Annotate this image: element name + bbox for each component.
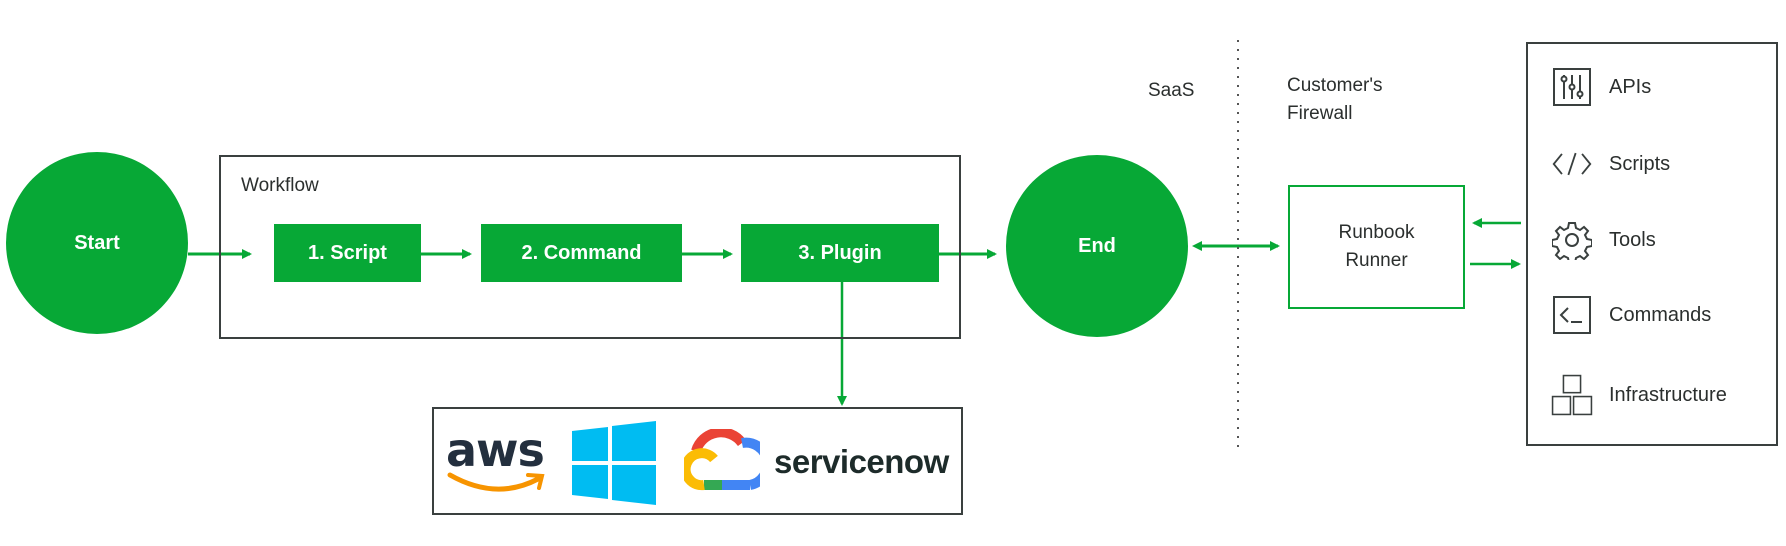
step-plugin: 3. Plugin — [741, 224, 939, 282]
resource-commands: Commands — [1551, 293, 1711, 337]
start-node: Start — [6, 152, 188, 334]
runbook-runner: Runbook Runner — [1288, 185, 1465, 309]
code-icon — [1551, 142, 1593, 186]
workflow-title: Workflow — [241, 175, 319, 196]
resource-label: Infrastructure — [1609, 383, 1727, 406]
aws-wordmark: aws — [446, 423, 545, 477]
resource-label: Commands — [1609, 303, 1712, 326]
aws-logo: aws — [446, 427, 546, 497]
resource-tools: Tools — [1551, 218, 1656, 262]
windows-logo-icon — [572, 421, 656, 505]
gear-icon — [1551, 218, 1593, 262]
step-label: 2. Command — [521, 241, 642, 264]
runner-line2: Runner — [1345, 250, 1408, 271]
customer-line: Customer's — [1287, 75, 1383, 96]
servicenow-logo: servicenow — [774, 443, 949, 480]
resource-infrastructure: Infrastructure — [1551, 368, 1727, 422]
aws-smile-icon — [447, 472, 545, 492]
resource-label: Tools — [1609, 228, 1656, 251]
resource-scripts: Scripts — [1551, 142, 1670, 186]
saas-label: SaaS — [1148, 80, 1195, 101]
end-node: End — [1006, 155, 1188, 337]
runner-line1: Runbook — [1338, 222, 1415, 243]
resource-label: Scripts — [1609, 152, 1671, 175]
google-cloud-logo-icon — [684, 429, 760, 491]
resource-apis: APIs — [1551, 65, 1651, 109]
start-label: Start — [74, 231, 120, 254]
boxes-icon — [1551, 368, 1593, 422]
step-command: 2. Command — [481, 224, 682, 282]
terminal-icon — [1551, 293, 1593, 337]
step-script: 1. Script — [274, 224, 421, 282]
plugins-container: aws servicenow — [432, 407, 963, 515]
step-label: 1. Script — [308, 241, 387, 264]
step-label: 3. Plugin — [798, 241, 882, 264]
end-label: End — [1078, 234, 1116, 257]
sliders-icon — [1551, 65, 1593, 109]
resource-label: APIs — [1609, 75, 1652, 98]
customer-firewall-label: Customer's Firewall — [1287, 72, 1382, 128]
firewall-line: Firewall — [1287, 103, 1353, 124]
